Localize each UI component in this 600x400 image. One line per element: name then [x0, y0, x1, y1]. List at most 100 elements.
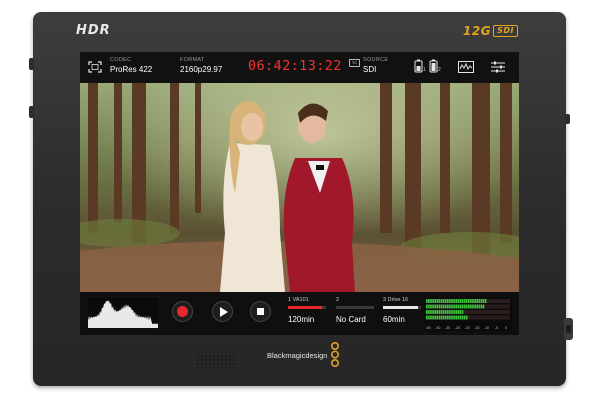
media-capacity-fill [383, 306, 418, 309]
brand-logo: Blackmagicdesign [267, 342, 340, 368]
media-slot-1[interactable]: 1 VA101 120min [288, 296, 330, 325]
format-display[interactable]: FORMAT 2160p29.97 [180, 57, 222, 75]
audio-meter-segment [432, 304, 434, 309]
audio-meter-segment [436, 304, 439, 309]
audio-meter-segment [440, 304, 443, 309]
audio-meter-segment [426, 315, 428, 320]
audio-meter-segment [461, 310, 464, 314]
audio-meter-segment [484, 299, 487, 303]
video-preview[interactable] [80, 83, 519, 292]
audio-meter-segment [438, 299, 441, 303]
audio-meter-segment [474, 299, 476, 303]
audio-meter-segment [449, 304, 451, 309]
audio-scale-label: -40 [435, 326, 440, 330]
stop-button[interactable] [250, 301, 271, 322]
media-slot-time: 120min [288, 315, 315, 324]
audio-meter-segment [449, 310, 451, 314]
audio-meter-segment [465, 299, 468, 303]
audio-meter-segment [478, 299, 481, 303]
audio-meter-segment [453, 315, 455, 320]
brand-name: Blackmagicdesign [267, 350, 328, 360]
audio-meter-segment [459, 310, 462, 314]
audio-meter-segment [426, 299, 428, 303]
audio-meter-segment [438, 304, 441, 309]
audio-meter-segment [472, 304, 474, 309]
audio-meter-segment [455, 299, 457, 303]
media-capacity-bar [383, 306, 421, 309]
audio-meter-segment [455, 304, 457, 309]
audio-meter-segment [432, 310, 434, 314]
media-slot-3[interactable]: 3 Drive 16 60min [383, 296, 425, 325]
codec-display[interactable]: CODEC ProRes 422 [110, 57, 152, 75]
audio-meter-segment [457, 315, 460, 320]
side-button[interactable] [29, 106, 34, 118]
audio-meter-segment [444, 299, 447, 303]
audio-meter-segment [461, 299, 464, 303]
audio-meter-segment [447, 315, 449, 320]
audio-meter-segment [472, 299, 474, 303]
audio-meter-segment [430, 315, 432, 320]
record-icon [177, 306, 188, 317]
audio-meter-segment [461, 304, 464, 309]
audio-meter-segment [440, 315, 443, 320]
audio-meter-segment [478, 304, 481, 309]
timecode-display[interactable]: 06:42:13:22 [248, 58, 342, 74]
audio-meter-segment [468, 304, 470, 309]
audio-meter-segment [428, 299, 430, 303]
audio-meter-segment [428, 304, 430, 309]
audio-meter-segment [480, 304, 483, 309]
audio-meter-segment [436, 315, 439, 320]
audio-meter-segment [442, 299, 445, 303]
audio-meter-segment [444, 310, 447, 314]
audio-meter-segment [468, 299, 470, 303]
audio-meter-segment [438, 315, 441, 320]
audio-meter-segment [457, 299, 460, 303]
audio-meter-segment [434, 299, 436, 303]
audio-meter-segment [444, 304, 447, 309]
side-button[interactable] [29, 58, 34, 70]
audio-meter-segment [461, 315, 464, 320]
source-display[interactable]: SOURCE SDI [363, 57, 388, 75]
audio-scale-label: -15 [474, 326, 479, 330]
audio-meter-segment [436, 299, 439, 303]
audio-meter-segment [440, 310, 443, 314]
audio-meter-segment [453, 310, 455, 314]
audio-scale-label: -20 [464, 326, 469, 330]
audio-meter-segment [449, 299, 451, 303]
media-slot-2[interactable]: 2 No Card [336, 296, 378, 325]
side-button[interactable] [565, 114, 570, 124]
media-slot-number: 2 [336, 297, 340, 303]
battery-2-label: 2 [438, 67, 441, 73]
audio-meter-segment [428, 310, 430, 314]
audio-meter-segment [436, 310, 439, 314]
status-bar: CODEC ProRes 422 FORMAT 2160p29.97 06:42… [80, 52, 519, 83]
speaker-grille [196, 354, 236, 370]
audio-meter-segment [430, 304, 432, 309]
audio-meter-segment [457, 304, 460, 309]
codec-label: CODEC [110, 57, 132, 63]
audio-meter-segment [442, 315, 445, 320]
audio-meter-segment [459, 315, 462, 320]
audio-meter-segment [451, 299, 453, 303]
audio-meter-segment [442, 310, 445, 314]
audio-meter-segment [451, 315, 453, 320]
audio-meters[interactable]: -50 -40 -30 -25 -20 -15 -10 -5 0 [424, 297, 512, 331]
audio-meter-segment [432, 299, 434, 303]
fullscreen-icon[interactable] [88, 61, 102, 73]
audio-scale-label: 0 [505, 326, 507, 330]
audio-meter-segment [463, 299, 466, 303]
record-button[interactable] [172, 301, 193, 322]
histogram-display[interactable] [86, 296, 160, 330]
audio-meter-segment [447, 304, 449, 309]
touch-screen[interactable]: CODEC ProRes 422 FORMAT 2160p29.97 06:42… [80, 52, 519, 335]
settings-sliders-icon[interactable] [490, 61, 506, 73]
audio-meter-segment [453, 304, 455, 309]
media-capacity-bar [336, 306, 374, 309]
video-frame-image [80, 83, 519, 292]
audio-meter-segment [470, 304, 472, 309]
play-button[interactable] [212, 301, 233, 322]
sdi-logo-number: 12G [463, 23, 492, 38]
media-capacity-fill [288, 306, 323, 309]
waveform-scope-icon[interactable] [458, 61, 474, 73]
media-slot-number: 3 [383, 297, 387, 303]
